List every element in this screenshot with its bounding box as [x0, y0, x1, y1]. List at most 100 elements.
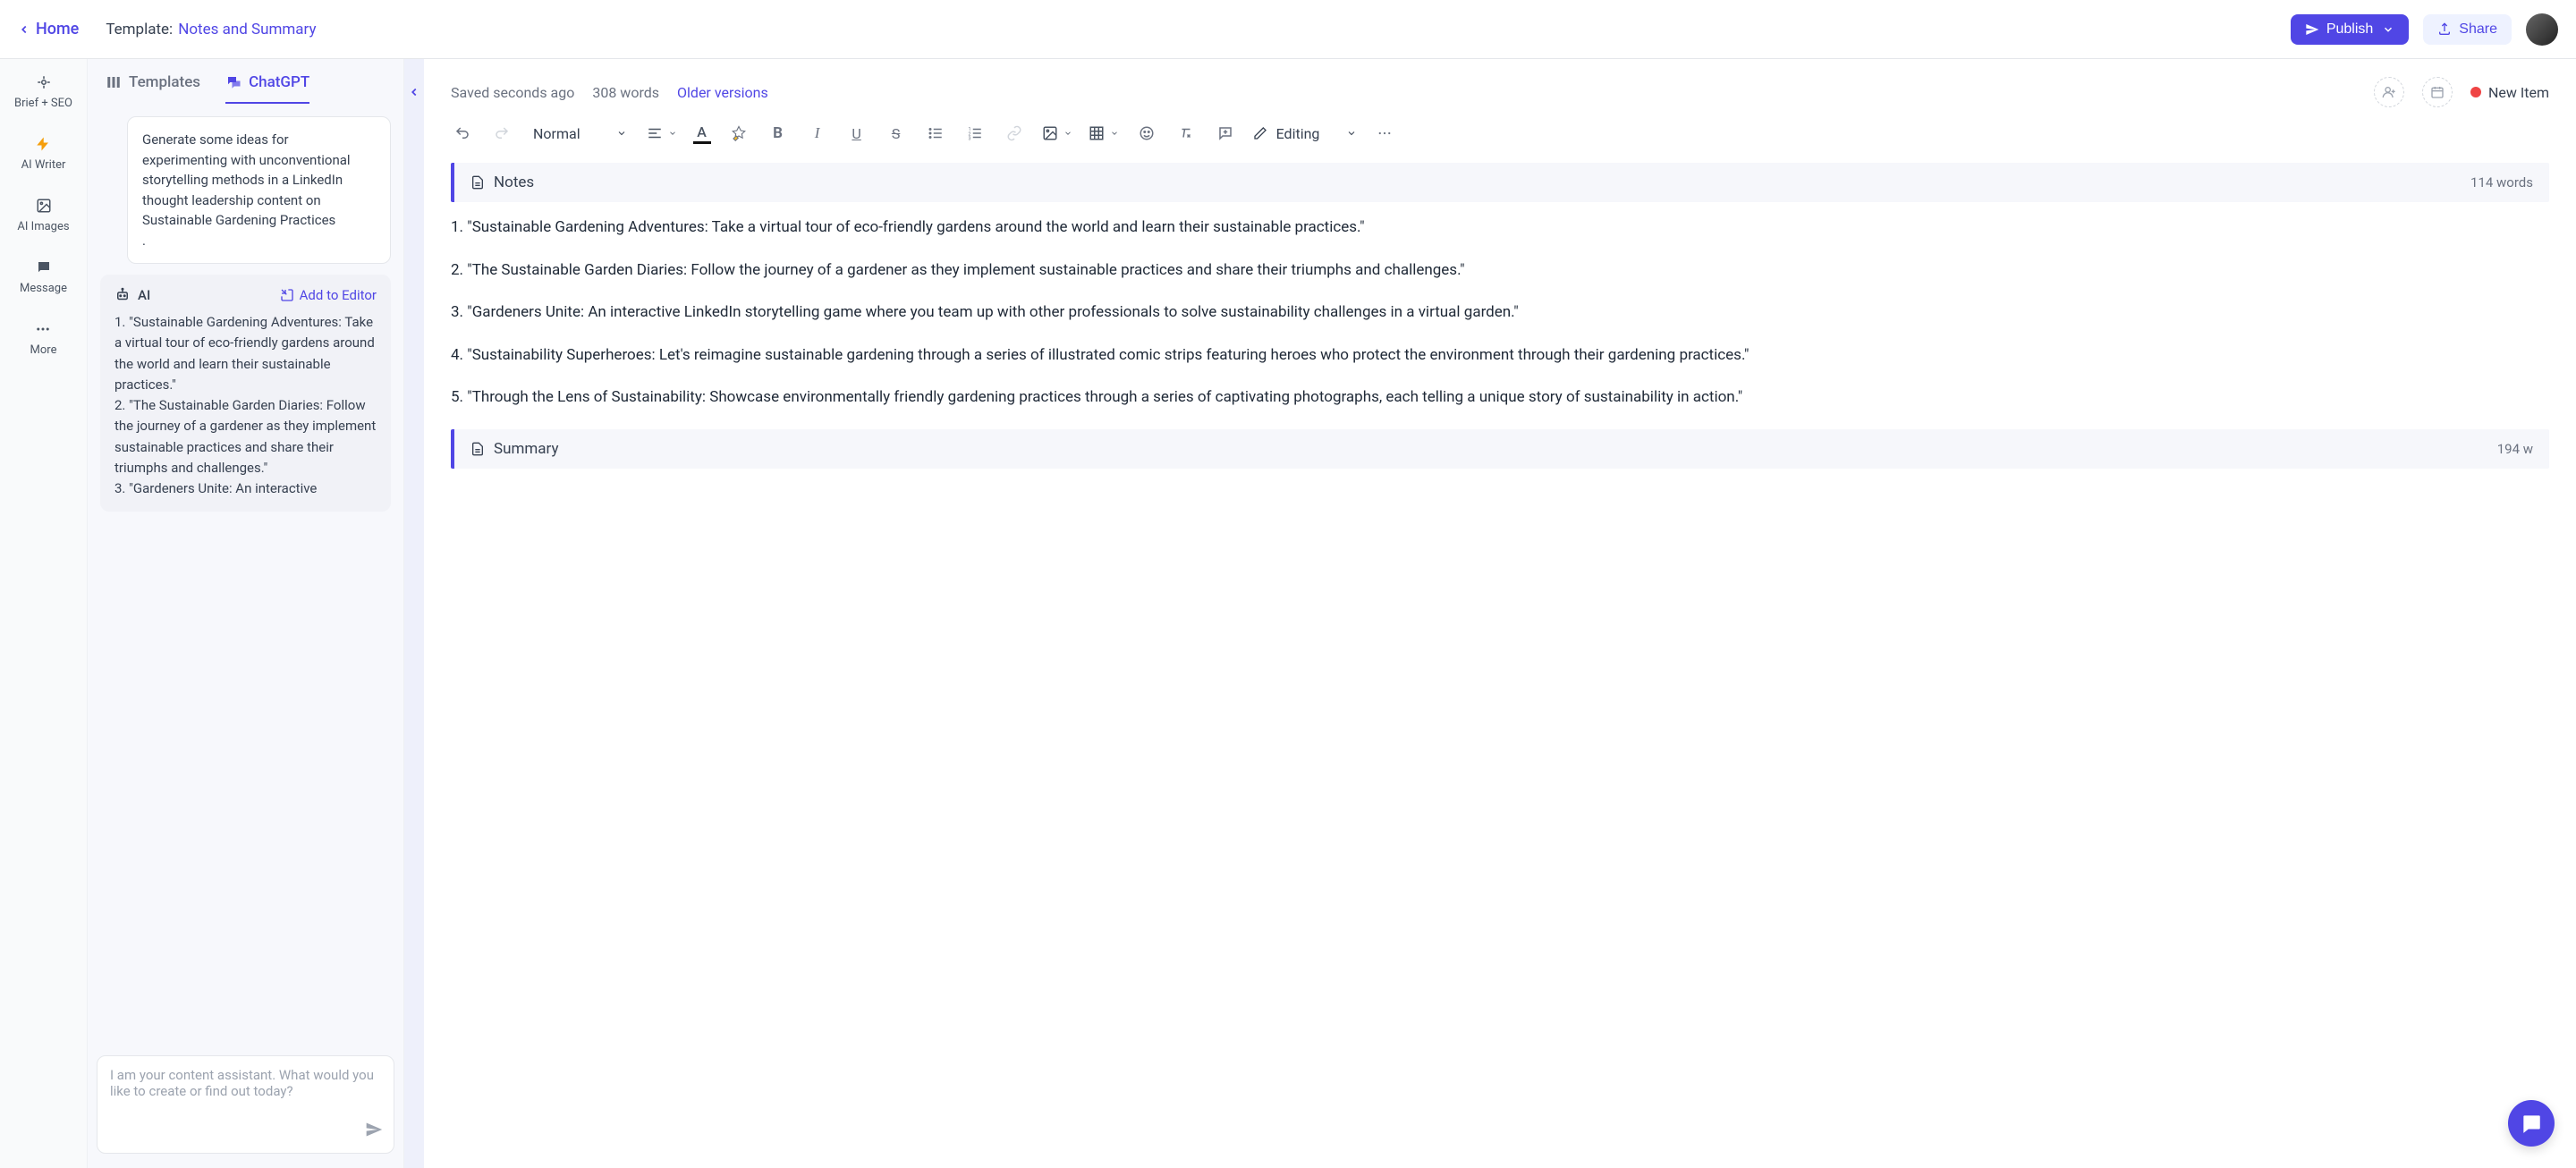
- publish-label: Publish: [2326, 21, 2373, 38]
- tab-chatgpt[interactable]: ChatGPT: [225, 73, 309, 104]
- list-ol-icon: 123: [967, 125, 983, 141]
- numbered-list-button[interactable]: 123: [963, 122, 987, 145]
- calendar-icon: [2430, 85, 2445, 99]
- new-item-status[interactable]: New Item: [2470, 84, 2549, 101]
- strikethrough-button[interactable]: S: [885, 122, 908, 145]
- link-button[interactable]: [1003, 122, 1026, 145]
- align-left-icon: [647, 125, 663, 141]
- side-panel: Templates ChatGPT Generate some ideas fo…: [88, 59, 404, 1168]
- share-button[interactable]: Share: [2423, 14, 2512, 45]
- avatar[interactable]: [2526, 13, 2558, 46]
- paragraph[interactable]: 2. "The Sustainable Garden Diaries: Foll…: [451, 259, 2549, 283]
- chevron-down-icon: [1110, 129, 1119, 138]
- share-label: Share: [2459, 21, 2497, 38]
- notes-word-count: 114 words: [2470, 174, 2533, 190]
- italic-button[interactable]: I: [806, 122, 829, 145]
- editor-pane: Saved seconds ago 308 words Older versio…: [424, 59, 2576, 1168]
- chat-input[interactable]: [110, 1067, 381, 1121]
- rail-label: Message: [20, 282, 67, 295]
- table-insert-select[interactable]: [1089, 125, 1119, 141]
- side-tabs: Templates ChatGPT: [88, 59, 403, 104]
- clear-format-button[interactable]: [1174, 122, 1198, 145]
- rail-label: AI Images: [17, 220, 69, 233]
- note-icon: [470, 442, 485, 456]
- highlight-button[interactable]: [727, 122, 750, 145]
- rail-more[interactable]: More: [30, 320, 57, 357]
- link-icon: [1006, 125, 1022, 141]
- tab-label: ChatGPT: [249, 73, 309, 91]
- font-color-button[interactable]: A: [693, 123, 711, 144]
- rail-ai-writer[interactable]: AI Writer: [21, 135, 66, 172]
- paragraph[interactable]: 1. "Sustainable Gardening Adventures: Ta…: [451, 216, 2549, 240]
- chevron-left-icon: [18, 23, 30, 36]
- dots-icon: [1377, 125, 1393, 141]
- ai-label: AI: [114, 287, 150, 303]
- comment-button[interactable]: [1214, 122, 1237, 145]
- rail-message[interactable]: Message: [20, 258, 67, 295]
- table-icon: [1089, 125, 1105, 141]
- intercom-chat-button[interactable]: [2508, 1100, 2555, 1147]
- chevron-down-icon: [1063, 129, 1072, 138]
- rail-brief-seo[interactable]: Brief + SEO: [14, 73, 72, 110]
- redo-icon: [494, 125, 510, 141]
- publish-button[interactable]: Publish: [2291, 14, 2409, 45]
- notes-block-header: Notes 114 words: [451, 163, 2549, 202]
- chat-scroll[interactable]: Generate some ideas for experimenting wi…: [88, 104, 403, 1055]
- underline-button[interactable]: U: [845, 122, 869, 145]
- emoji-icon: [1139, 125, 1155, 141]
- redo-button[interactable]: [490, 122, 513, 145]
- more-toolbar-button[interactable]: [1373, 122, 1396, 145]
- bullet-list-button[interactable]: [924, 122, 947, 145]
- robot-icon: [114, 287, 131, 303]
- dots-icon: [34, 320, 52, 338]
- collapse-side-panel[interactable]: [404, 59, 424, 1168]
- paragraph[interactable]: 4. "Sustainability Superheroes: Let's re…: [451, 344, 2549, 368]
- align-select[interactable]: [647, 125, 677, 141]
- rail-label: More: [30, 343, 57, 357]
- older-versions-link[interactable]: Older versions: [677, 84, 768, 101]
- chevron-left-icon: [408, 86, 420, 98]
- word-count: 308 words: [592, 84, 659, 101]
- comment-plus-icon: [1217, 125, 1233, 141]
- summary-block-header: Summary 194 w: [451, 429, 2549, 469]
- bold-button[interactable]: B: [767, 122, 790, 145]
- list-ul-icon: [928, 125, 944, 141]
- clear-format-icon: [1178, 125, 1194, 141]
- add-to-editor-button[interactable]: Add to Editor: [280, 287, 377, 303]
- send-button[interactable]: [365, 1121, 383, 1142]
- editing-mode-select[interactable]: Editing: [1253, 125, 1358, 142]
- template-label: Template:: [106, 21, 173, 38]
- rail-label: AI Writer: [21, 158, 66, 172]
- note-icon: [470, 175, 485, 190]
- paragraph[interactable]: 3. "Gardeners Unite: An interactive Link…: [451, 301, 2549, 325]
- summary-word-count: 194 w: [2497, 441, 2533, 457]
- image-insert-select[interactable]: [1042, 125, 1072, 141]
- highlight-icon: [731, 125, 747, 141]
- user-plus-icon: [2382, 85, 2396, 99]
- templates-icon: [106, 74, 122, 90]
- tab-templates[interactable]: Templates: [106, 73, 200, 104]
- template-name[interactable]: Notes and Summary: [178, 21, 316, 38]
- send-icon: [2305, 22, 2319, 37]
- chevron-down-icon: [1346, 128, 1357, 139]
- paragraph[interactable]: 5. "Through the Lens of Sustainability: …: [451, 386, 2549, 410]
- emoji-button[interactable]: [1135, 122, 1158, 145]
- rail-ai-images[interactable]: AI Images: [17, 197, 69, 233]
- home-link[interactable]: Home: [18, 20, 79, 38]
- document-body[interactable]: Notes 114 words 1. "Sustainable Gardenin…: [424, 154, 2576, 1168]
- undo-button[interactable]: [451, 122, 474, 145]
- top-header: Home Template: Notes and Summary Publish…: [0, 0, 2576, 59]
- new-item-label: New Item: [2488, 84, 2549, 101]
- ai-message: AI Add to Editor 1. "Sustainable Gardeni…: [100, 275, 391, 512]
- upload-icon: [2437, 22, 2452, 37]
- add-collaborator[interactable]: [2374, 77, 2404, 107]
- send-icon: [365, 1121, 383, 1138]
- paragraph-style-select[interactable]: Normal: [530, 125, 631, 142]
- intercom-icon: [2520, 1112, 2543, 1135]
- image-icon: [35, 197, 53, 215]
- schedule-button[interactable]: [2422, 77, 2453, 107]
- editor-toolbar: Normal A B I U S 123: [424, 113, 2576, 154]
- target-icon: [35, 73, 53, 91]
- editor-meta: Saved seconds ago 308 words Older versio…: [424, 59, 2576, 113]
- summary-title: Summary: [494, 440, 558, 458]
